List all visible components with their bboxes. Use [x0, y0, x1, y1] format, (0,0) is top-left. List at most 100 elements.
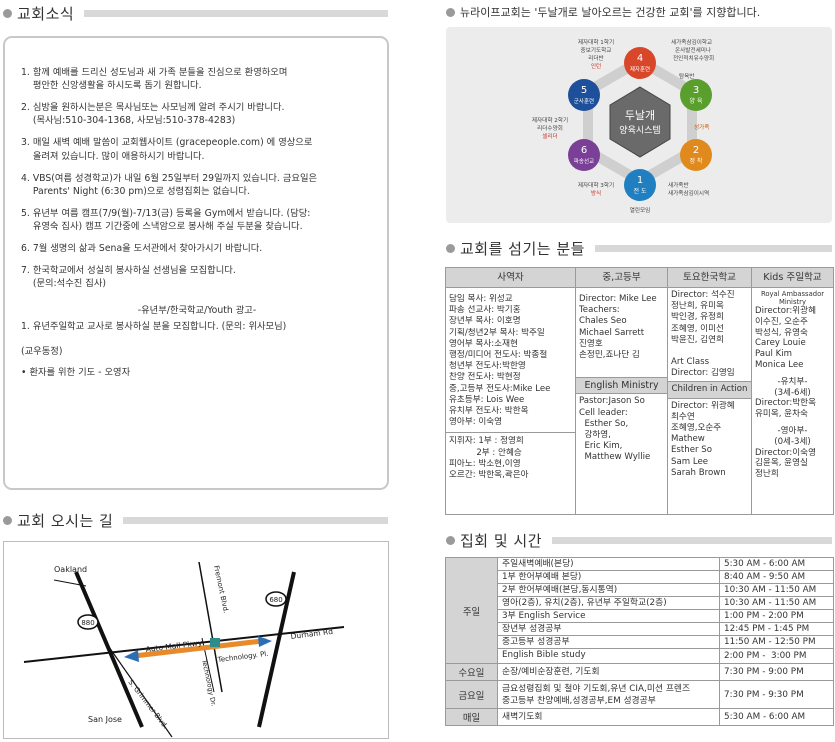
- service-name: 1부 한어부예배 본당): [497, 570, 720, 584]
- staff-line: 영어부 목사:소재현: [449, 338, 518, 349]
- notice-item: 7. 한국학교에서 성실히 봉사하실 선생님을 모집합니다. (문의:석수진 집…: [21, 265, 236, 290]
- staff-line: 담임 목사: 위성교: [449, 294, 513, 304]
- staff-line: Paul Kim: [755, 349, 793, 360]
- staff-line: (3세-6세): [774, 387, 811, 398]
- bullet-icon: [446, 7, 455, 17]
- staff-line: -영아부-: [777, 425, 808, 436]
- staff-line: Esther So: [671, 445, 712, 456]
- staff-line: Eric Kim,: [579, 441, 623, 452]
- staff-line: 찬양 전도사: 박현정: [449, 372, 521, 383]
- notice-list: 1. 함께 예배를 드리신 성도님과 새 가족 분들을 진심으로 환영하오며 평…: [21, 66, 373, 290]
- schedule-row: 영아(2층), 유치(2층), 유년부 주일학교(2층) 10:30 AM - …: [446, 596, 834, 610]
- diag-text: 새가족삼김이시역: [668, 189, 709, 197]
- diag-text: 제자대학 1학기: [578, 38, 614, 46]
- fremont-label: Fremont Blvd.: [212, 565, 230, 614]
- staff-line: 진영호: [579, 338, 603, 349]
- children-in-action-subheader: Children in Action: [668, 381, 751, 399]
- staff-line: 청년부 전도사:박한영: [449, 361, 526, 372]
- day-label: 금요일: [445, 680, 498, 709]
- service-name: 금요성령집회 및 철야 기도회,유년 CIA,미션 프렌즈: [502, 683, 691, 694]
- staff-line: 장년부 목사: 이호명: [449, 316, 521, 327]
- stage-3-number: 3: [693, 85, 699, 96]
- diag-text: 인턴: [591, 63, 601, 70]
- service-name: 영아(2층), 유치(2층), 유년부 주일학교(2층): [497, 596, 720, 610]
- staff-line: Carey Louie: [755, 338, 806, 349]
- bullet-icon: [3, 9, 12, 18]
- staff-line: 오르간: 박한옥,곽은아: [449, 470, 529, 481]
- header-rule: [552, 537, 832, 544]
- technology-pl-label: Technology. Pl.: [216, 650, 269, 664]
- notice-item: 2. 심방을 원하시는분은 목사님또는 사모님께 알려 주시기 바랍니다. (목…: [21, 102, 285, 127]
- staff-line: 중,고등부 전도사:Mike Lee: [449, 383, 551, 394]
- notice-item: 1. 함께 예배를 드리신 성도님과 새 가족 분들을 진심으로 환영하오며 평…: [21, 67, 288, 92]
- hwy-680-label: 680: [269, 596, 282, 604]
- service-name: English Bible study: [497, 648, 720, 664]
- staff-line: Cell leader:: [579, 407, 628, 418]
- service-time: 5:30 AM - 6:00 AM: [719, 557, 834, 571]
- staff-header: 교회를 섬기는 분들: [446, 238, 832, 259]
- service-time: 11:50 AM - 12:50 PM: [719, 635, 834, 649]
- diag-text: 리더반: [588, 54, 603, 62]
- diag-text: 탐육반: [679, 72, 694, 80]
- staff-line: (0세-3세): [774, 436, 811, 447]
- staff-line: Sarah Brown: [671, 467, 726, 478]
- notice-box: 1. 함께 예배를 드리신 성도님과 새 가족 분들을 진심으로 환영하오며 평…: [3, 36, 389, 490]
- staff-line: 조혜영, 이미선: [671, 323, 724, 334]
- staff-line: Director: 위광혜: [671, 400, 735, 411]
- hwy-880-label: 880: [81, 619, 94, 627]
- staff-line: Director:위광혜: [755, 306, 816, 316]
- oakland-label: Oakland: [54, 565, 87, 574]
- staff-line: Royal Ambassador: [760, 290, 825, 298]
- notice-item: 6. 7월 생명의 삶과 Sena을 도서관에서 찾아가시기 바랍니다.: [21, 243, 263, 255]
- staff-line: 최수연: [671, 411, 695, 422]
- service-time: 10:30 AM - 11:50 AM: [719, 583, 834, 597]
- staff-line: Chales Seo: [579, 316, 627, 327]
- service-name: 2부 한어부예배(본당,동시통역): [497, 583, 720, 597]
- staff-line: 유초등부: Lois Wee: [449, 394, 525, 405]
- durham-label: Durham Rd: [290, 627, 334, 641]
- bullet-icon: [446, 536, 455, 545]
- service-time: 8:40 AM - 9:50 AM: [719, 570, 834, 584]
- staff-line: 정난희, 유미옥: [671, 301, 724, 312]
- day-label: 매일: [445, 708, 498, 726]
- staff-line: Matthew Wyllie: [579, 452, 651, 463]
- map-svg: 880 680 Oakland San Jose Fremont Blvd. A…: [23, 561, 345, 738]
- schedule-row: 금요일 금요성령집회 및 철야 기도회,유년 CIA,미션 프렌즈 중고등부 찬…: [445, 680, 834, 709]
- staff-line: -유치부-: [777, 376, 808, 387]
- schedule-row: 중고등부 성경공부 11:50 AM - 12:50 PM: [446, 635, 834, 649]
- staff-line: 피아노: 박소현,이영: [449, 458, 521, 469]
- header-rule: [594, 245, 832, 252]
- service-name: 중고등부 성경공부: [497, 635, 720, 649]
- header-rule: [123, 517, 388, 524]
- service-time: 12:45 PM - 1:45 PM: [719, 622, 834, 636]
- staff-line: 지휘자: 1부 : 정영희: [449, 436, 524, 447]
- staff-line: 행정/미디어 전도사: 박종철: [449, 350, 548, 361]
- staff-list: Director: 석수진 정난희, 유미옥 박인경, 유정희 조혜영, 이미선…: [671, 290, 748, 379]
- news-title: 교회소식: [17, 5, 75, 23]
- staff-col-korean-school: Director: 석수진 정난희, 유미옥 박인경, 유정희 조혜영, 이미선…: [667, 287, 752, 515]
- service-time: 2:00 PM - 3:00 PM: [719, 648, 834, 664]
- diag-text: 온사발전세미나: [675, 46, 711, 54]
- staff-line: Director: 석수진: [671, 290, 735, 300]
- vision-text: 뉴라이프교회는 '두날개로 날아오르는 건강한 교회'를 지향합니다.: [460, 6, 761, 19]
- schedule-header: 집회 및 시간: [446, 530, 832, 551]
- staff-line: 손정민,죠나단 김: [579, 350, 640, 361]
- staff-line: Director: 김영임: [671, 368, 735, 379]
- staff-line: Sam Lee: [671, 456, 709, 467]
- stage-4-label: 제자훈련: [630, 65, 650, 73]
- service-name: 순장/예비순장훈련, 기도회: [497, 663, 720, 681]
- staff-line: Director:이숙영: [755, 447, 816, 458]
- header-rule: [84, 10, 388, 17]
- diag-text: 방식: [591, 189, 601, 197]
- staff-table: 사역자 중,고등부 토요한국학교 Kids 주일학교 담임 목사: 위성교 파송…: [445, 267, 834, 515]
- schedule-row: 매일 새벽기도회 5:30 AM - 6:00 AM: [445, 708, 834, 726]
- diag-text: 새가족반: [668, 181, 689, 189]
- staff-line: Ministry: [779, 298, 806, 306]
- staff-music-list: 지휘자: 1부 : 정영희 2부 : 안혜승 피아노: 박소현,이영 오르간: …: [446, 432, 575, 481]
- technology-dr-label: Technology Dr.: [200, 658, 218, 707]
- service-name: 주일새벽예배(본당): [497, 557, 720, 571]
- church-icon: [210, 638, 220, 647]
- staff-line: Monica Lee: [755, 359, 804, 370]
- diag-text: 전인적치유수양회: [673, 54, 714, 62]
- staff-col-ministers: 담임 목사: 위성교 파송 선교사: 박기홍 장년부 목사: 이호명 기획/청년…: [445, 287, 576, 515]
